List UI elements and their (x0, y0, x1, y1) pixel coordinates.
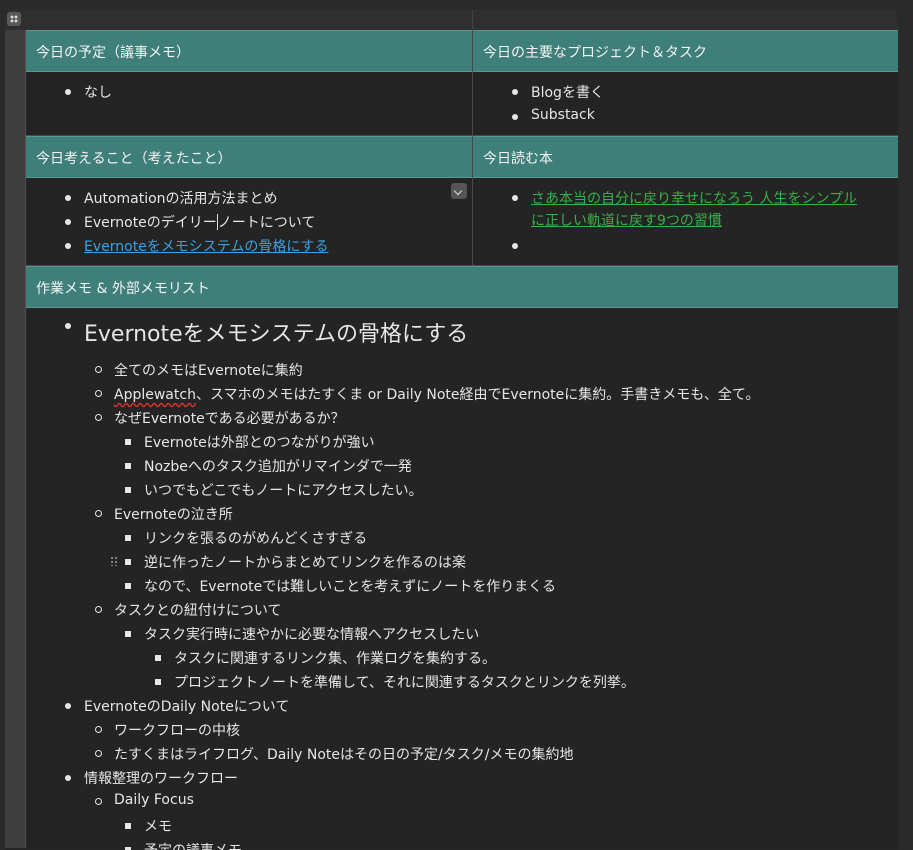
note-link[interactable]: Evernoteをメモシステムの骨格にする (65, 236, 329, 256)
list-item[interactable]: 逆に作ったノートからまとめてリンクを作るのは楽 (125, 552, 466, 572)
list-item[interactable]: なので、Evernoteでは難しいことを考えずにノートを作りまくる (125, 576, 556, 596)
header-schedule[interactable]: 今日の予定（議事メモ） (26, 30, 472, 72)
daily-note-table: 今日の予定（議事メモ） 今日の主要なプロジェクト＆タスク なし Blogを書く … (5, 10, 898, 850)
row-handle[interactable] (5, 30, 26, 72)
header-thoughts[interactable]: 今日考えること（考えたこと） (26, 136, 472, 178)
header-schedule-label: 今日の予定（議事メモ） (36, 45, 190, 61)
header-projects[interactable]: 今日の主要なプロジェクト＆タスク (473, 30, 898, 72)
cell-thoughts[interactable]: Automationの活用方法まとめ Evernoteのデイリーノートについて … (26, 178, 472, 266)
list-item[interactable]: タスクとの紐付けについて (94, 600, 281, 620)
row-handle[interactable] (5, 72, 26, 136)
row-handle[interactable] (5, 266, 26, 308)
list-item[interactable]: Blogを書く (512, 82, 604, 102)
header-reading[interactable]: 今日読む本 (473, 136, 898, 178)
header-worklog-label: 作業メモ & 外部メモリスト (36, 281, 210, 297)
cell-worklog[interactable]: Evernoteをメモシステムの骨格にする 全てのメモはEvernoteに集約 … (26, 308, 898, 850)
list-item[interactable]: Applewatch、スマホのメモはたすくま or Daily Note経由でE… (94, 384, 760, 404)
row-handle[interactable] (5, 308, 26, 848)
list-item[interactable]: リンクを張るのがめんどくさすぎる (124, 528, 367, 548)
list-item[interactable]: 全てのメモはEvernoteに集約 (95, 360, 303, 380)
header-thoughts-label: 今日考えること（考えたこと） (36, 151, 232, 167)
list-item[interactable]: Nozbeへのタスク追加がリマインダで一発 (125, 456, 412, 476)
drag-handle-icon[interactable] (110, 556, 118, 566)
list-item[interactable]: Evernoteの泣き所 (95, 504, 233, 524)
row-handle[interactable] (5, 178, 26, 266)
misspelled-word[interactable]: Applewatch (114, 387, 196, 403)
chevron-down-icon[interactable] (451, 183, 467, 199)
book-link[interactable]: さあ本当の自分に戻り幸せになろう 人生をシンプルに正しい軌道に戻す9つの習慣 (512, 188, 861, 232)
list-item[interactable]: いつでもどこでもノートにアクセスしたい。 (125, 480, 423, 500)
cell-reading[interactable]: さあ本当の自分に戻り幸せになろう 人生をシンプルに正しい軌道に戻す9つの習慣 (473, 178, 898, 266)
table-handle-icon[interactable] (7, 12, 21, 26)
header-worklog[interactable]: 作業メモ & 外部メモリスト (26, 266, 898, 308)
row-divider (26, 265, 898, 266)
list-item[interactable]: メモ (125, 816, 172, 836)
column-divider (472, 30, 473, 266)
list-item[interactable]: なぜEvernoteである必要があるか？ (95, 408, 345, 428)
cell-schedule[interactable]: なし (26, 72, 472, 136)
list-item[interactable]: Substack (512, 107, 595, 123)
list-item[interactable]: ワークフローの中核 (95, 720, 240, 740)
list-item[interactable]: なし (65, 82, 112, 102)
list-item[interactable]: タスクに関連するリンク集、作業ログを集約する。 (155, 648, 496, 668)
list-item[interactable]: タスク実行時に速やかに必要な情報へアクセスしたい (124, 624, 479, 644)
table-top-bar (5, 10, 898, 31)
list-item[interactable]: EvernoteのDaily Noteについて (64, 696, 289, 716)
list-item-text: Evernoteのデイリー (84, 215, 217, 231)
list-item[interactable]: 予定の議事メモ (125, 840, 242, 850)
list-item-text: 、スマホのメモはたすくま or Daily Note経由でEvernoteに集約… (195, 387, 760, 403)
list-item[interactable]: Automationの活用方法まとめ (65, 188, 278, 208)
list-item[interactable]: プロジェクトノートを準備して、それに関連するタスクとリンクを列挙。 (155, 672, 635, 692)
list-item[interactable]: 情報整理のワークフロー (65, 768, 238, 788)
row-handle[interactable] (5, 136, 26, 178)
list-item[interactable]: たすくまはライフログ、Daily Noteはその日の予定/タスク/メモの集約地 (94, 744, 573, 764)
header-projects-label: 今日の主要なプロジェクト＆タスク (483, 45, 707, 61)
list-item[interactable]: Evernoteは外部とのつながりが強い (125, 432, 375, 452)
worklog-title[interactable]: Evernoteをメモシステムの骨格にする (64, 316, 468, 348)
row-divider (26, 135, 898, 136)
list-item-text: ノートについて (217, 215, 316, 231)
list-item[interactable]: Evernoteのデイリーノートについて (64, 212, 316, 232)
list-item[interactable]: Daily Focus (95, 792, 194, 808)
cell-projects[interactable]: Blogを書く Substack (473, 72, 898, 136)
header-reading-label: 今日読む本 (483, 151, 553, 167)
